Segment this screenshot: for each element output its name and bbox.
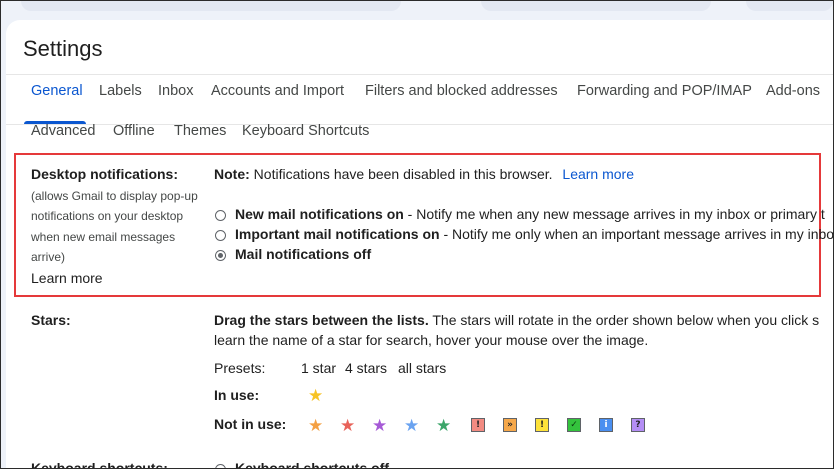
description-line: notifications on your desktop [31, 209, 184, 224]
in-use-label: In use: [214, 387, 260, 403]
notification-note: Note: Notifications have been disabled i… [214, 166, 634, 182]
purple-star-icon[interactable]: ★ [372, 417, 387, 434]
stars-intro-line2: learn the name of a star for search, hov… [214, 332, 649, 348]
yellow-bang-icon[interactable]: ! [535, 418, 549, 432]
tab-labels[interactable]: Labels [99, 83, 142, 99]
tab-keyboard-shortcuts[interactable]: Keyboard Shortcuts [242, 123, 369, 139]
radio-new-mail-notifications[interactable] [215, 210, 226, 221]
option-desc: - Notify me only when an important messa… [439, 226, 834, 242]
tab-inbox[interactable]: Inbox [158, 83, 193, 99]
search-bar-remnant [21, 1, 401, 11]
tab-addons[interactable]: Add-ons [766, 83, 820, 99]
tab-advanced[interactable]: Advanced [31, 123, 96, 139]
window: Settings General Labels Inbox Accounts a… [0, 0, 834, 469]
page-title: Settings [23, 36, 103, 61]
stars-intro: Drag the stars between the lists. The st… [214, 312, 819, 328]
tab-general[interactable]: General [31, 83, 83, 99]
keyboard-shortcuts-label: Keyboard shortcuts: [31, 460, 168, 469]
option-notifications-off: Mail notifications off [235, 246, 371, 262]
description-line: when new email messages [31, 229, 176, 244]
desktop-notifications-label: Desktop notifications: [31, 166, 179, 182]
learn-more-link[interactable]: Learn more [31, 270, 103, 286]
radio-important-mail-notifications[interactable] [215, 230, 226, 241]
option-important-mail: Important mail notifications on - Notify… [235, 226, 834, 242]
red-bang-icon[interactable]: ! [471, 418, 485, 432]
note-label: Note: [214, 166, 250, 182]
blue-star-icon[interactable]: ★ [404, 417, 419, 434]
settings-card: Settings General Labels Inbox Accounts a… [6, 20, 834, 469]
preset-1-star-link[interactable]: 1 star [301, 360, 336, 376]
header-pill [481, 1, 711, 11]
stars-intro-bold: Drag the stars between the lists. [214, 312, 429, 328]
blue-info-icon[interactable]: i [599, 418, 613, 432]
divider [6, 74, 833, 75]
purple-question-icon[interactable]: ? [631, 418, 645, 432]
green-check-icon[interactable]: ✓ [567, 418, 581, 432]
radio-keyboard-shortcuts-off[interactable] [215, 464, 226, 468]
tab-filters[interactable]: Filters and blocked addresses [365, 83, 558, 99]
stars-label: Stars: [31, 312, 71, 328]
option-label: Important mail notifications on [235, 226, 440, 242]
orange-guillemet-icon[interactable]: » [503, 418, 517, 432]
stars-intro-text: The stars will rotate in the order shown… [428, 312, 820, 328]
desktop-notifications-description: (allows Gmail to display pop-up notifica… [31, 186, 206, 268]
tab-accounts-import[interactable]: Accounts and Import [211, 83, 344, 99]
orange-star-icon[interactable]: ★ [308, 417, 323, 434]
presets-label: Presets: [214, 360, 266, 376]
not-in-use-label: Not in use: [214, 416, 287, 432]
tab-themes[interactable]: Themes [174, 123, 226, 139]
yellow-star-icon[interactable]: ★ [308, 387, 323, 404]
tab-offline[interactable]: Offline [113, 123, 155, 139]
description-line: arrive) [31, 250, 66, 265]
header-pill [746, 1, 833, 11]
note-learn-more-link[interactable]: Learn more [562, 166, 634, 182]
keyboard-shortcuts-off-option: Keyboard shortcuts off [235, 460, 390, 469]
note-text: Notifications have been disabled in this… [253, 166, 553, 182]
option-label: New mail notifications on [235, 206, 404, 222]
option-new-mail: New mail notifications on - Notify me wh… [235, 206, 825, 222]
green-star-icon[interactable]: ★ [436, 417, 451, 434]
red-star-icon[interactable]: ★ [340, 417, 355, 434]
tab-forwarding[interactable]: Forwarding and POP/IMAP [577, 83, 752, 99]
preset-4-stars-link[interactable]: 4 stars [345, 360, 387, 376]
description-line: (allows Gmail to display pop-up [31, 189, 198, 203]
radio-mail-notifications-off[interactable] [215, 250, 226, 261]
option-label: Mail notifications off [235, 246, 372, 262]
preset-all-stars-link[interactable]: all stars [398, 360, 446, 376]
option-desc: - Notify me when any new message arrives… [403, 206, 825, 222]
